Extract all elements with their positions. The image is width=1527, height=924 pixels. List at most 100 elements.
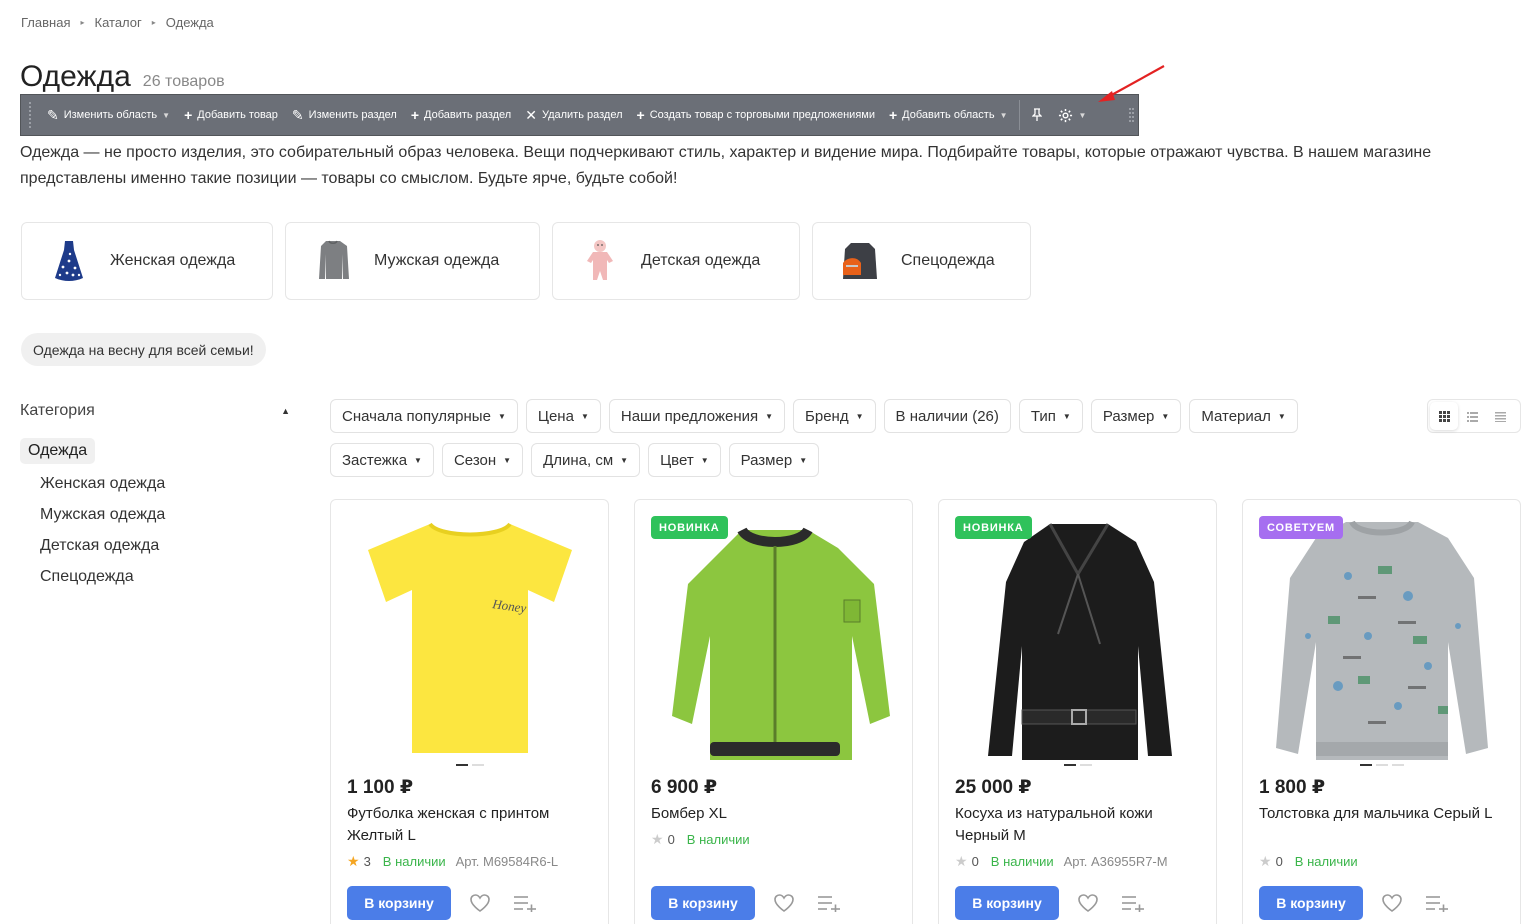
product-name[interactable]: Бомбер XL xyxy=(651,803,901,825)
compare-icon[interactable] xyxy=(1425,894,1449,912)
filter-chip[interactable]: Сначала популярные ▼ xyxy=(330,399,518,433)
sidebar-item-men[interactable]: Мужская одежда xyxy=(20,499,296,530)
breadcrumb-link-catalog[interactable]: Каталог xyxy=(95,15,142,30)
filter-chip-label: Материал xyxy=(1201,407,1271,425)
list-view-icon[interactable] xyxy=(1458,402,1486,430)
page-title-block: Одежда 26 товаров xyxy=(20,60,225,94)
add-to-cart-button[interactable]: В корзину xyxy=(651,886,755,920)
add-to-cart-button[interactable]: В корзину xyxy=(955,886,1059,920)
chevron-down-icon: ▼ xyxy=(1078,110,1087,120)
subcategory-card-workwear[interactable]: Спецодежда xyxy=(812,222,1031,300)
filter-chip[interactable]: Длина, см ▼ xyxy=(531,443,641,477)
subcategory-card-kids[interactable]: Детская одежда xyxy=(552,222,800,300)
slider-dot[interactable] xyxy=(1359,764,1372,766)
product-rating: 3 xyxy=(363,854,371,869)
badge-new: НОВИНКА xyxy=(955,516,1032,539)
heart-icon[interactable] xyxy=(1077,893,1099,913)
toolbar-button[interactable]: ✕ Удалить раздел xyxy=(518,95,629,135)
product-image-leather-jacket[interactable] xyxy=(954,516,1203,761)
chevron-down-icon: ▼ xyxy=(580,411,589,421)
filter-chip[interactable]: Цена ▼ xyxy=(525,399,601,433)
compare-icon[interactable] xyxy=(1121,894,1145,912)
product-card[interactable]: Honey 1 100 ₽ Футболка женская с принтом… xyxy=(330,499,609,924)
toolbar-button[interactable]: + Добавить область ▼ xyxy=(882,95,1015,135)
heart-icon[interactable] xyxy=(469,893,491,913)
subcategory-card-women[interactable]: Женская одежда xyxy=(21,222,273,300)
baby-bodysuit-icon xyxy=(587,240,613,280)
filter-chip-label: Тип xyxy=(1030,407,1056,425)
chevron-down-icon: ▼ xyxy=(620,455,629,465)
filter-chip[interactable]: Размер ▼ xyxy=(728,443,820,477)
filter-chip[interactable]: Размер ▼ xyxy=(1090,399,1182,433)
slider-dot[interactable] xyxy=(1079,764,1092,766)
slider-dot[interactable] xyxy=(471,764,484,766)
plus-icon: + xyxy=(410,107,420,123)
x-icon: ✕ xyxy=(525,106,537,123)
add-to-cart-button[interactable]: В корзину xyxy=(347,886,451,920)
product-name[interactable]: Футболка женская с принтом Желтый L xyxy=(347,803,597,847)
promo-tag[interactable]: Одежда на весну для всей семьи! xyxy=(21,333,266,366)
filter-chip[interactable]: Наши предложения ▼ xyxy=(608,399,786,433)
slider-dot[interactable] xyxy=(1375,764,1388,766)
heart-icon[interactable] xyxy=(1381,893,1403,913)
toolbar-button[interactable]: ✎ Изменить раздел xyxy=(285,95,404,135)
chevron-down-icon: ▼ xyxy=(1161,411,1170,421)
filter-chip[interactable]: Тип ▼ xyxy=(1018,399,1083,433)
product-count: 26 товаров xyxy=(142,73,225,90)
filter-chip-label: Размер xyxy=(1102,407,1155,425)
breadcrumb-link-home[interactable]: Главная xyxy=(21,15,70,30)
product-image-tshirt[interactable]: Honey xyxy=(346,516,595,761)
stock-status: В наличии xyxy=(990,854,1054,869)
product-grid: Honey 1 100 ₽ Футболка женская с принтом… xyxy=(330,499,1521,924)
grid-view-icon[interactable] xyxy=(1430,402,1458,430)
toolbar-button[interactable]: + Создать товар с торговыми предложениями xyxy=(630,95,882,135)
filter-chip[interactable]: Бренд ▼ xyxy=(793,399,876,433)
gear-icon[interactable]: ▼ xyxy=(1050,108,1095,123)
toolbar-button[interactable]: + Добавить товар xyxy=(177,95,285,135)
chevron-down-icon: ▼ xyxy=(855,411,864,421)
subcategory-card-men[interactable]: Мужская одежда xyxy=(285,222,540,300)
filter-chip[interactable]: Материал ▼ xyxy=(1189,399,1298,433)
filter-chip[interactable]: Сезон ▼ xyxy=(441,443,524,477)
chevron-down-icon: ▼ xyxy=(700,455,709,465)
product-image-sweatshirt[interactable] xyxy=(1258,516,1507,761)
add-to-cart-button[interactable]: В корзину xyxy=(1259,886,1363,920)
pin-icon[interactable] xyxy=(1024,108,1050,122)
stock-status: В наличии xyxy=(382,854,446,869)
sidebar-item-workwear[interactable]: Спецодежда xyxy=(20,561,296,592)
filter-chip[interactable]: Цвет ▼ xyxy=(648,443,721,477)
category-filter-header[interactable]: Категория ▲ xyxy=(20,400,296,422)
toolbar-drag-handle[interactable] xyxy=(29,102,34,128)
slider-dot[interactable] xyxy=(455,764,468,766)
chevron-down-icon: ▼ xyxy=(765,411,774,421)
product-card[interactable]: НОВИНКА 6 900 ₽ Бомбер XL ★ 0 В наличии … xyxy=(634,499,913,924)
toolbar-button[interactable]: + Добавить раздел xyxy=(404,95,518,135)
product-image-bomber[interactable] xyxy=(650,516,899,761)
toolbar-button[interactable]: ✎ Изменить область ▼ xyxy=(40,95,177,135)
filter-chip[interactable]: Застежка ▼ xyxy=(330,443,434,477)
product-article: Арт. A36955R7-M xyxy=(1063,854,1168,869)
sidebar-item-active[interactable]: Одежда xyxy=(20,438,96,464)
toolbar-button-label: Создать товар с торговыми предложениями xyxy=(649,109,875,121)
chevron-up-icon: ▲ xyxy=(281,406,290,416)
compare-icon[interactable] xyxy=(513,894,537,912)
filter-chip-label: Цена xyxy=(537,407,574,425)
sidebar-item-kids[interactable]: Детская одежда xyxy=(20,530,296,561)
slider-dot[interactable] xyxy=(1063,764,1076,766)
filter-chip[interactable]: В наличии (26) xyxy=(883,399,1011,433)
compare-icon[interactable] xyxy=(817,894,841,912)
toolbar-drag-handle-right[interactable] xyxy=(1129,108,1134,122)
slider-dot[interactable] xyxy=(1391,764,1404,766)
product-price: 6 900 ₽ xyxy=(651,777,718,798)
subcategory-label: Женская одежда xyxy=(110,252,236,269)
red-arrow-icon xyxy=(1098,65,1165,102)
product-name[interactable]: Косуха из натуральной кожи Черный M xyxy=(955,803,1205,847)
product-card[interactable]: СОВЕТУЕМ 1 800 ₽ Толстовка для мальчика … xyxy=(1242,499,1521,924)
product-card[interactable]: НОВИНКА 25 000 ₽ Косуха из натуральной к… xyxy=(938,499,1217,924)
chevron-down-icon: ▼ xyxy=(162,110,171,120)
product-name[interactable]: Толстовка для мальчика Серый L xyxy=(1259,803,1509,825)
image-slider-dots xyxy=(331,764,608,766)
sidebar-item-women[interactable]: Женская одежда xyxy=(20,468,296,499)
heart-icon[interactable] xyxy=(773,893,795,913)
table-view-icon[interactable] xyxy=(1486,402,1514,430)
